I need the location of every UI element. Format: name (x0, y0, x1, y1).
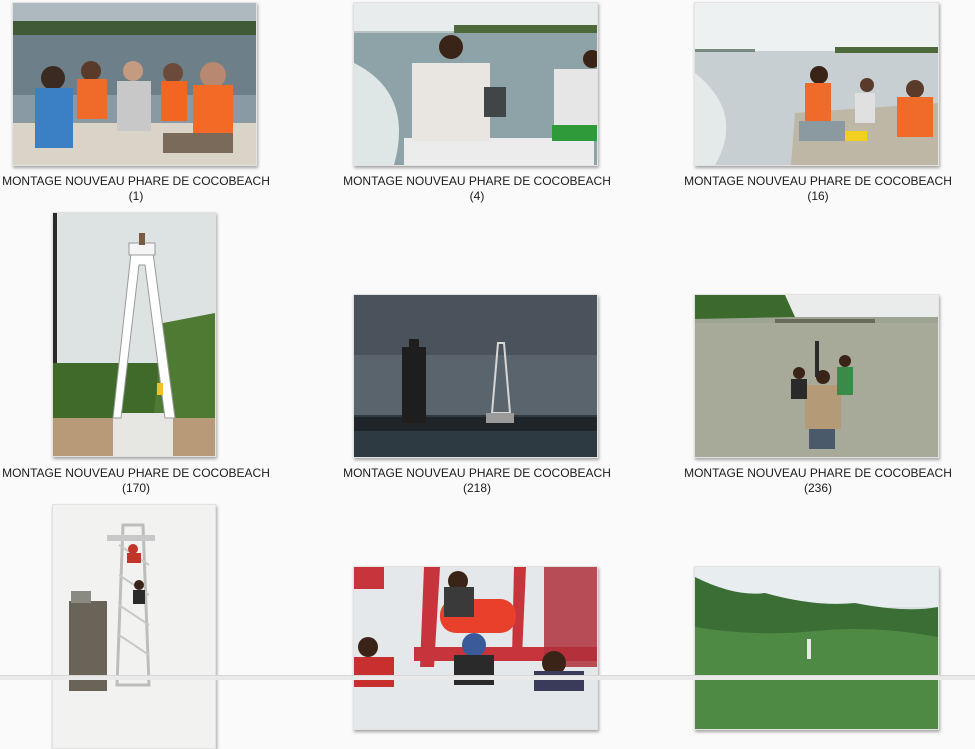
photo-number: (1) (128, 189, 144, 203)
photo-title: MONTAGE NOUVEAU PHARE DE COCOBEACH (2, 466, 270, 480)
photo-thumbnail[interactable] (694, 294, 939, 458)
photo-title: MONTAGE NOUVEAU PHARE DE COCOBEACH (2, 174, 270, 188)
photo-thumbnail[interactable] (694, 2, 939, 166)
photo-thumbnail[interactable] (353, 294, 598, 458)
photo-number: (16) (807, 189, 829, 203)
photo-title: MONTAGE NOUVEAU PHARE DE COCOBEACH (684, 466, 952, 480)
photo-title: MONTAGE NOUVEAU PHARE DE COCOBEACH (684, 174, 952, 188)
photo-thumbnail[interactable] (52, 212, 216, 457)
photo-number: (236) (803, 481, 832, 495)
photo-thumbnail[interactable] (52, 504, 216, 749)
photo-thumbnail[interactable] (353, 566, 598, 730)
photo-thumbnail[interactable] (12, 2, 257, 166)
photo-thumbnail[interactable] (353, 2, 598, 166)
photo-title: MONTAGE NOUVEAU PHARE DE COCOBEACH (343, 174, 611, 188)
photo-number: (4) (469, 189, 485, 203)
bottom-edge (0, 675, 975, 680)
photo-thumbnail[interactable] (694, 566, 939, 730)
photo-number: (170) (121, 481, 150, 495)
photo-number: (218) (462, 481, 491, 495)
photo-title: MONTAGE NOUVEAU PHARE DE COCOBEACH (343, 466, 611, 480)
